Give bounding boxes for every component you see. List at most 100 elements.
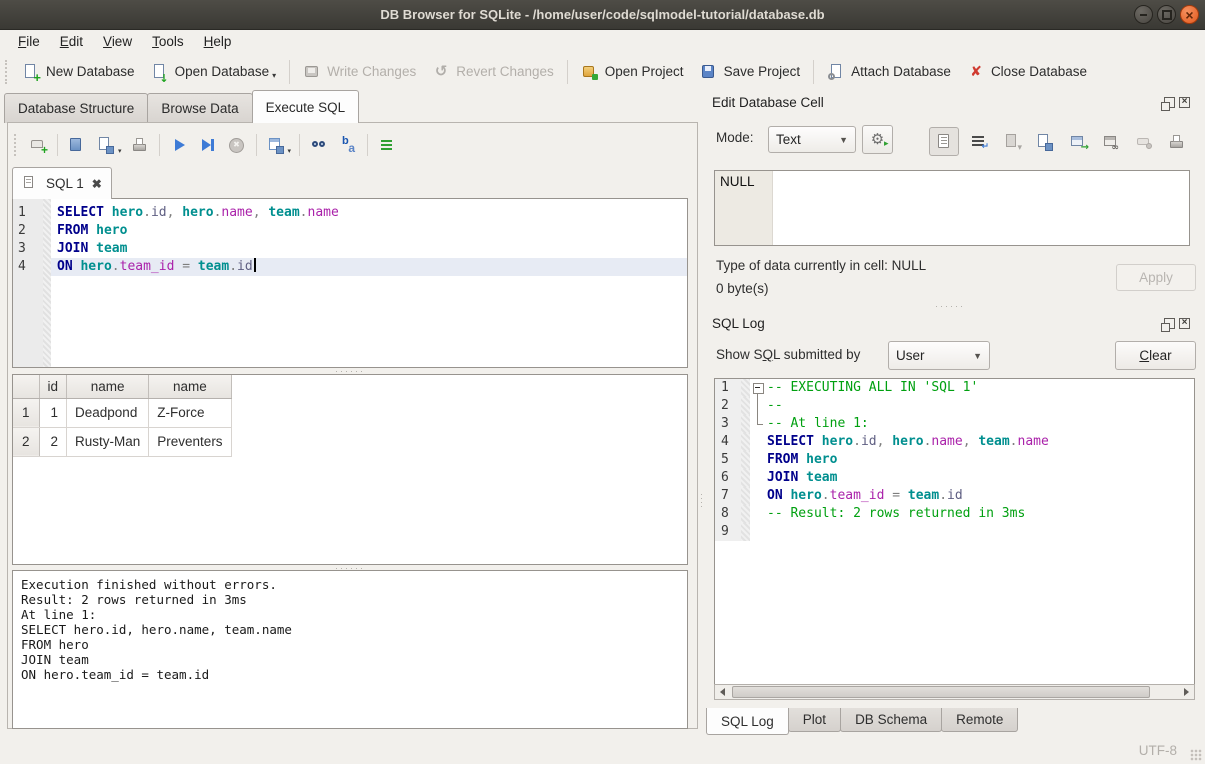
save-project-button[interactable]: Save Project <box>692 59 809 85</box>
print-button[interactable] <box>1164 129 1190 155</box>
new-tab-button[interactable] <box>27 133 49 157</box>
token: hero <box>112 205 143 220</box>
toolbar-separator <box>567 60 568 84</box>
results-cell[interactable]: Deadpond <box>67 398 149 427</box>
row-header[interactable]: 2 <box>13 427 39 456</box>
cell-editor-text-area[interactable] <box>773 171 1189 245</box>
scrollbar-thumb[interactable] <box>732 686 1150 698</box>
export-file-button[interactable] <box>1032 129 1058 155</box>
edit-cell-toolbar <box>929 127 1190 156</box>
close-dock-icon[interactable] <box>1179 318 1190 329</box>
code-line <box>765 523 1194 541</box>
tab-execute-sql[interactable]: Execute SQL <box>252 90 360 123</box>
minimize-icon[interactable] <box>1134 5 1153 24</box>
print-icon <box>1168 133 1186 151</box>
results-cell[interactable]: Rusty-Man <box>67 427 149 456</box>
encoding-indicator: UTF-8 <box>1139 743 1177 758</box>
results-col-header[interactable]: id <box>39 375 67 398</box>
sql-log-view[interactable]: 1-- EXECUTING ALL IN 'SQL 1'2--3-- At li… <box>714 378 1195 700</box>
row-header[interactable]: 1 <box>13 398 39 427</box>
sql-editor[interactable]: 1234 SELECT hero.id, hero.name, team.nam… <box>12 198 688 368</box>
float-dock-icon[interactable] <box>1164 97 1175 108</box>
open-project-button[interactable]: Open Project <box>573 59 692 85</box>
dock-tab-sql-log[interactable]: SQL Log <box>706 708 789 735</box>
dock-tab-remote[interactable]: Remote <box>941 708 1018 732</box>
execute-button[interactable] <box>168 133 190 157</box>
results-col-header[interactable]: name <box>149 375 231 398</box>
menu-tools[interactable]: Tools <box>142 31 194 52</box>
open-external-icon <box>1069 133 1087 151</box>
dock-tab-db-schema[interactable]: DB Schema <box>840 708 942 732</box>
text-doc-button[interactable] <box>929 127 959 156</box>
replace-button[interactable] <box>337 133 359 157</box>
splitter-handle[interactable]: ······ <box>300 368 400 373</box>
menu-file[interactable]: File <box>8 31 50 52</box>
open-database-button[interactable]: Open Database▾ <box>143 59 285 85</box>
close-database-button[interactable]: Close Database <box>959 59 1095 85</box>
toolbar-button-label: Write Changes <box>327 64 416 79</box>
results-cell[interactable]: Z-Force <box>149 398 231 427</box>
line-number: 8 <box>715 505 741 523</box>
menu-help[interactable]: Help <box>194 31 242 52</box>
token: FROM <box>767 452 798 467</box>
write-changes-icon <box>303 63 321 81</box>
open-external-button[interactable] <box>1065 129 1091 155</box>
attach-database-button[interactable]: Attach Database <box>819 59 959 85</box>
save-results-button[interactable] <box>265 133 287 157</box>
close-dock-icon[interactable] <box>1179 97 1190 108</box>
word-wrap-button[interactable] <box>966 129 992 155</box>
find-button[interactable] <box>308 133 330 157</box>
execute-line-button[interactable] <box>197 133 219 157</box>
results-cell[interactable]: 1 <box>39 398 67 427</box>
results-corner-header[interactable] <box>13 375 39 398</box>
auto-switch-mode-button[interactable] <box>862 125 893 154</box>
token: = <box>174 259 197 274</box>
dock-splitter-handle[interactable]: ······ <box>900 303 1000 308</box>
log-filter-dropdown[interactable]: User ▼ <box>888 341 990 370</box>
edit-cell-dock-header: Edit Database Cell <box>712 92 1198 112</box>
close-tab-icon[interactable]: ✖ <box>92 177 102 191</box>
tab-database-structure[interactable]: Database Structure <box>4 93 148 123</box>
scrollbar-track[interactable] <box>730 685 1179 699</box>
new-database-button[interactable]: New Database <box>14 59 143 85</box>
dock-splitter-handle[interactable]: ···· <box>699 470 704 530</box>
log-line: 2-- <box>715 397 1194 415</box>
float-dock-icon[interactable] <box>1164 318 1175 329</box>
toolbar-handle[interactable] <box>14 134 18 156</box>
toolbar-handle[interactable] <box>5 60 9 84</box>
link-window-button[interactable] <box>1098 129 1124 155</box>
menu-view[interactable]: View <box>93 31 142 52</box>
sql-editor-tab[interactable]: SQL 1 ✖ <box>12 167 112 199</box>
mode-dropdown[interactable]: Text ▼ <box>768 126 856 153</box>
line-number: 6 <box>715 469 741 487</box>
results-cell[interactable]: Preventers <box>149 427 231 456</box>
maximize-icon[interactable] <box>1157 5 1176 24</box>
close-icon[interactable] <box>1180 5 1199 24</box>
token: id <box>947 488 963 503</box>
editor-fold-margin <box>43 199 51 367</box>
resize-grip[interactable] <box>1190 749 1202 761</box>
fold-marker-icon[interactable] <box>750 379 765 397</box>
results-col-header[interactable]: name <box>67 375 149 398</box>
null-toggle-button <box>1131 129 1157 155</box>
print-button[interactable] <box>129 133 151 157</box>
menu-edit[interactable]: Edit <box>50 31 93 52</box>
results-cell[interactable]: 2 <box>39 427 67 456</box>
token: , <box>963 434 979 449</box>
format-sql-button[interactable] <box>376 133 398 157</box>
fold-margin <box>741 469 750 487</box>
token: . <box>300 205 308 220</box>
link-window-icon <box>1102 133 1120 151</box>
token: . <box>939 488 947 503</box>
dock-tab-plot[interactable]: Plot <box>788 708 841 732</box>
save-sql-file-button[interactable] <box>95 133 117 157</box>
editor-code-area[interactable]: SELECT hero.id, hero.name, team.nameFROM… <box>51 199 687 367</box>
token: . <box>1010 434 1018 449</box>
open-sql-file-button[interactable] <box>66 133 88 157</box>
scroll-right-icon[interactable] <box>1179 685 1194 699</box>
cell-editor[interactable]: NULL <box>714 170 1190 246</box>
clear-log-button[interactable]: Clear <box>1115 341 1196 370</box>
log-horizontal-scrollbar[interactable] <box>714 684 1195 700</box>
tab-browse-data[interactable]: Browse Data <box>147 93 252 123</box>
scroll-left-icon[interactable] <box>715 685 730 699</box>
